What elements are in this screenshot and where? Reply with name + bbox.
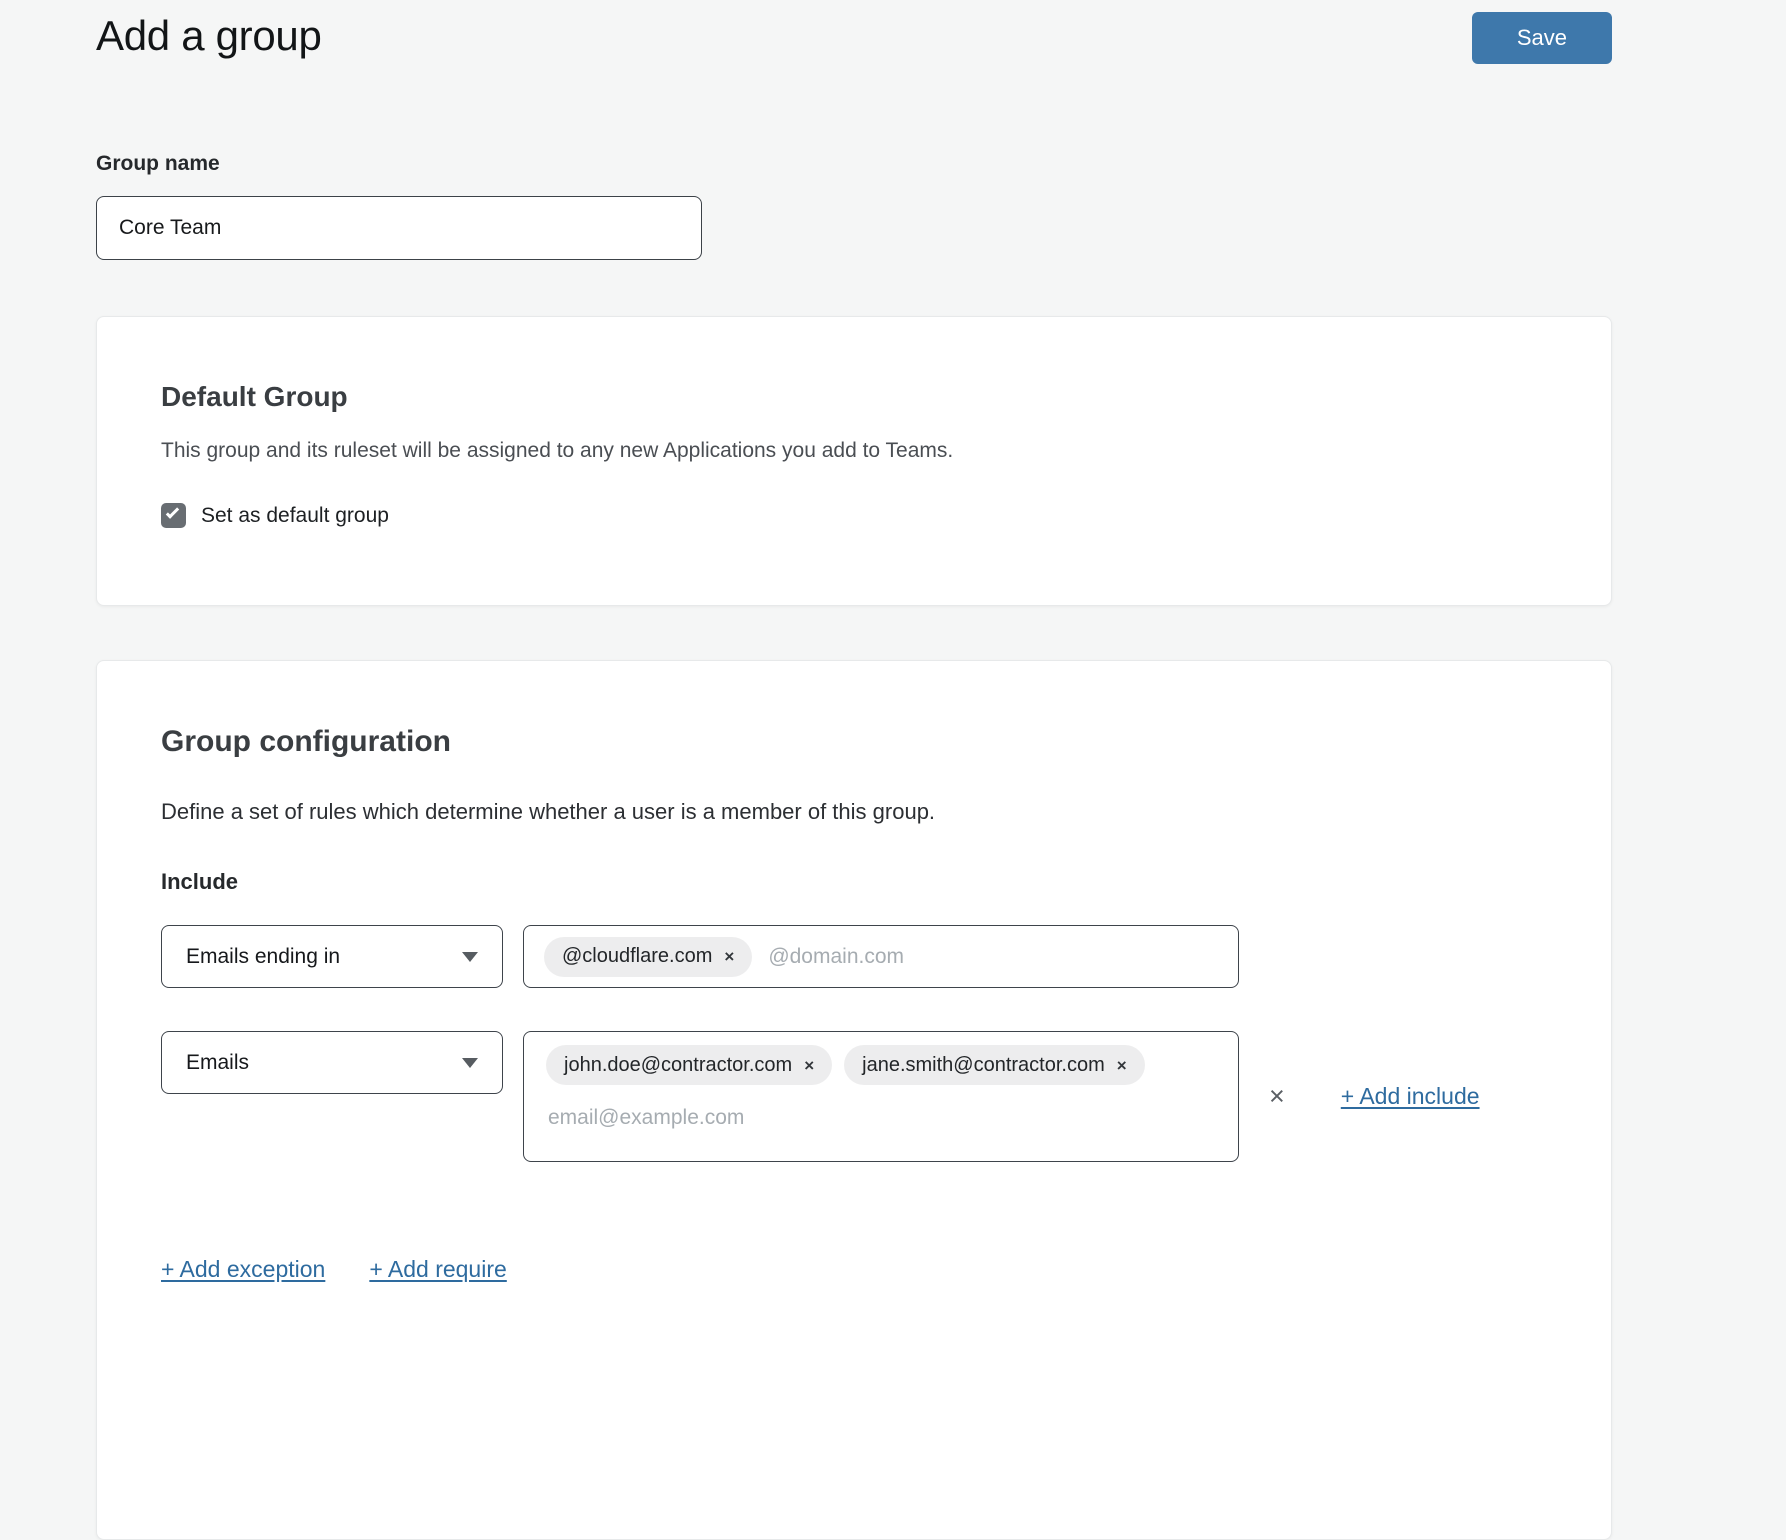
rule-value-field-1[interactable]: @cloudflare.com × xyxy=(523,925,1239,988)
rule-type-select-2[interactable]: Emails xyxy=(161,1031,503,1094)
include-rule-row-1: Emails ending in @cloudflare.com × xyxy=(161,925,1547,988)
tag-chip-label: jane.smith@contractor.com xyxy=(862,1054,1105,1077)
tag-remove-icon[interactable]: × xyxy=(1117,1057,1127,1074)
rule-type-select-1[interactable]: Emails ending in xyxy=(161,925,503,988)
chevron-down-icon xyxy=(462,1058,478,1068)
tag-chip: jane.smith@contractor.com × xyxy=(844,1045,1145,1085)
add-exception-link[interactable]: + Add exception xyxy=(161,1256,325,1283)
chevron-down-icon xyxy=(462,952,478,962)
tag-chip: john.doe@contractor.com × xyxy=(546,1045,832,1085)
rule-value-input-1[interactable] xyxy=(768,942,1224,972)
remove-rule-icon[interactable]: × xyxy=(1269,1083,1285,1110)
tag-chip-label: john.doe@contractor.com xyxy=(564,1054,792,1077)
rule-type-select-2-value: Emails xyxy=(186,1051,249,1075)
group-name-label: Group name xyxy=(96,152,1612,176)
group-configuration-card: Group configuration Define a set of rule… xyxy=(96,660,1612,1540)
tag-chip-label: @cloudflare.com xyxy=(562,945,712,968)
rule-row-actions: × + Add include xyxy=(1239,1031,1480,1162)
default-group-checkbox-row[interactable]: Set as default group xyxy=(161,503,1547,528)
page-title: Add a group xyxy=(96,10,322,63)
group-configuration-description: Define a set of rules which determine wh… xyxy=(161,799,1547,825)
rule-value-input-2[interactable] xyxy=(548,1103,1222,1133)
tag-remove-icon[interactable]: × xyxy=(804,1057,814,1074)
add-require-link[interactable]: + Add require xyxy=(369,1256,506,1283)
default-group-card: Default Group This group and its ruleset… xyxy=(96,316,1612,606)
include-rule-row-2: Emails john.doe@contractor.com × jane.sm… xyxy=(161,1031,1547,1162)
rule-type-select-1-value: Emails ending in xyxy=(186,945,340,969)
default-group-title: Default Group xyxy=(161,381,1547,413)
bottom-links: + Add exception + Add require xyxy=(161,1256,1547,1283)
default-group-checkbox-label[interactable]: Set as default group xyxy=(201,504,389,528)
checkmark-icon xyxy=(166,506,179,519)
default-group-description: This group and its ruleset will be assig… xyxy=(161,439,1547,463)
page-header: Add a group Save xyxy=(96,0,1612,64)
save-button[interactable]: Save xyxy=(1472,12,1612,64)
tag-chip: @cloudflare.com × xyxy=(544,937,752,977)
include-label: Include xyxy=(161,869,1547,895)
rule-value-field-2[interactable]: john.doe@contractor.com × jane.smith@con… xyxy=(523,1031,1239,1162)
group-name-input[interactable] xyxy=(96,196,702,260)
page-content: Add a group Save Group name Default Grou… xyxy=(96,0,1612,1540)
tag-remove-icon[interactable]: × xyxy=(724,948,734,965)
add-include-link[interactable]: + Add include xyxy=(1341,1083,1480,1110)
group-configuration-title: Group configuration xyxy=(161,725,1547,759)
default-group-checkbox[interactable] xyxy=(161,503,186,528)
